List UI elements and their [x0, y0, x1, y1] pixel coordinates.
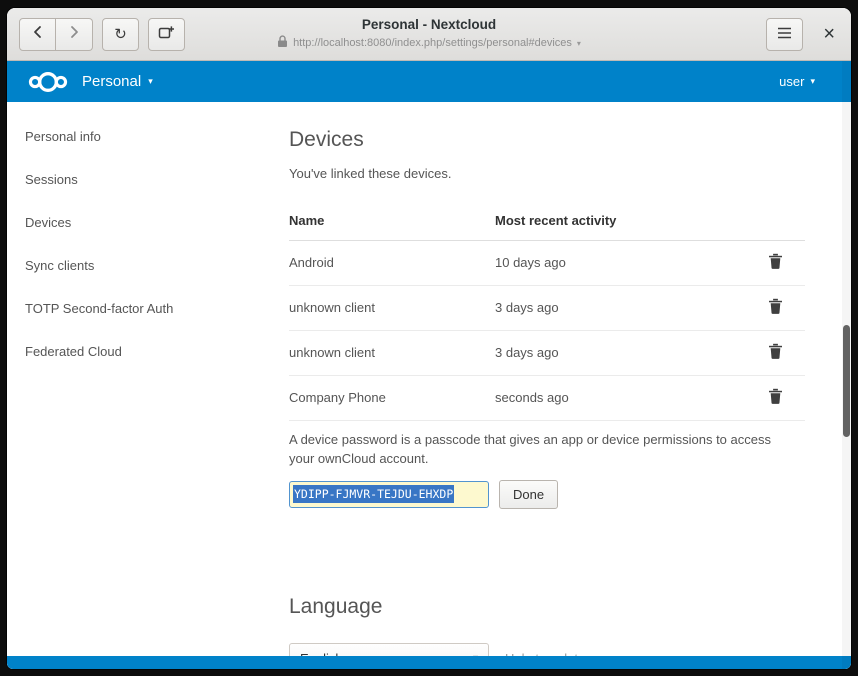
device-name: unknown client	[289, 331, 495, 376]
devices-section: Devices You've linked these devices. Nam…	[289, 128, 811, 509]
device-activity: 3 days ago	[495, 286, 759, 331]
trash-icon	[768, 347, 783, 362]
trash-icon	[768, 257, 783, 272]
forward-button[interactable]	[56, 18, 93, 51]
device-activity: 3 days ago	[495, 331, 759, 376]
column-header-actions	[759, 203, 805, 241]
delete-device-button[interactable]	[768, 388, 783, 404]
page-footer-strip	[7, 656, 851, 669]
sidebar-item-totp[interactable]: TOTP Second-factor Auth	[19, 287, 259, 330]
hamburger-icon	[777, 26, 792, 43]
window-title: Personal - Nextcloud	[189, 17, 669, 32]
devices-table-header-row: Name Most recent activity	[289, 203, 805, 241]
delete-device-button[interactable]	[768, 343, 783, 359]
devices-title: Devices	[289, 128, 811, 152]
new-tab-button[interactable]	[148, 18, 185, 51]
sidebar-item-sync-clients[interactable]: Sync clients	[19, 244, 259, 287]
delete-device-button[interactable]	[768, 298, 783, 314]
delete-device-button[interactable]	[768, 253, 783, 269]
history-button-group	[19, 18, 93, 51]
sidebar-item-personal-info[interactable]: Personal info	[19, 115, 259, 158]
menu-button[interactable]	[766, 18, 803, 51]
device-password-value: YDIPP-FJMVR-TEJDU-EHXDP	[293, 485, 454, 503]
browser-titlebar: ↻ Personal - Nextcloud http://localhost:…	[7, 8, 851, 61]
settings-sidebar: Personal info Sessions Devices Sync clie…	[7, 102, 259, 669]
app-menu-label: Personal	[82, 73, 141, 90]
user-menu[interactable]: user ▾	[779, 74, 831, 89]
devices-table: Name Most recent activity Android 10 day…	[289, 203, 805, 421]
device-row: unknown client 3 days ago	[289, 286, 805, 331]
back-button[interactable]	[19, 18, 56, 51]
devices-subtitle: You've linked these devices.	[289, 166, 811, 181]
reload-button[interactable]: ↻	[102, 18, 139, 51]
reload-icon: ↻	[114, 25, 127, 43]
app-menu[interactable]: Personal ▾	[82, 73, 153, 90]
titlebar-nav-controls: ↻	[19, 18, 185, 51]
app-menu-caret-icon: ▾	[148, 76, 153, 87]
device-password-hint: A device password is a passcode that giv…	[289, 431, 789, 469]
sidebar-item-federated-cloud[interactable]: Federated Cloud	[19, 330, 259, 373]
browser-window: ↻ Personal - Nextcloud http://localhost:…	[7, 8, 851, 669]
page-scrollbar[interactable]	[842, 61, 851, 669]
device-name: Company Phone	[289, 376, 495, 421]
back-icon	[31, 25, 45, 43]
scrollbar-thumb[interactable]	[843, 325, 850, 437]
insecure-lock-icon	[277, 35, 288, 51]
trash-icon	[768, 302, 783, 317]
device-row: Android 10 days ago	[289, 241, 805, 286]
settings-page: Personal info Sessions Devices Sync clie…	[7, 102, 851, 669]
url-bar[interactable]: http://localhost:8080/index.php/settings…	[189, 35, 669, 51]
device-row: Company Phone seconds ago	[289, 376, 805, 421]
new-tab-icon	[158, 25, 175, 44]
titlebar-right-controls: ×	[766, 18, 839, 51]
device-activity: seconds ago	[495, 376, 759, 421]
language-title: Language	[289, 595, 811, 619]
sidebar-item-devices[interactable]: Devices	[19, 201, 259, 244]
url-dropdown-caret: ▾	[577, 39, 581, 48]
trash-icon	[768, 392, 783, 407]
device-row: unknown client 3 days ago	[289, 331, 805, 376]
titlebar-center: Personal - Nextcloud http://localhost:80…	[189, 17, 669, 51]
settings-main: Devices You've linked these devices. Nam…	[259, 102, 851, 669]
device-name: unknown client	[289, 286, 495, 331]
forward-icon	[67, 25, 81, 43]
url-text: http://localhost:8080/index.php/settings…	[293, 37, 572, 49]
nextcloud-header: Personal ▾ user ▾	[7, 61, 851, 102]
column-header-name: Name	[289, 203, 495, 241]
done-button[interactable]: Done	[499, 480, 558, 509]
nextcloud-logo-icon	[27, 70, 69, 94]
device-password-row: YDIPP-FJMVR-TEJDU-EHXDP Done	[289, 480, 811, 509]
user-menu-caret-icon: ▾	[810, 76, 815, 87]
device-activity: 10 days ago	[495, 241, 759, 286]
device-password-field[interactable]: YDIPP-FJMVR-TEJDU-EHXDP	[289, 481, 489, 508]
column-header-activity: Most recent activity	[495, 203, 759, 241]
close-button[interactable]: ×	[819, 24, 839, 44]
device-name: Android	[289, 241, 495, 286]
user-menu-label: user	[779, 74, 804, 89]
sidebar-item-sessions[interactable]: Sessions	[19, 158, 259, 201]
